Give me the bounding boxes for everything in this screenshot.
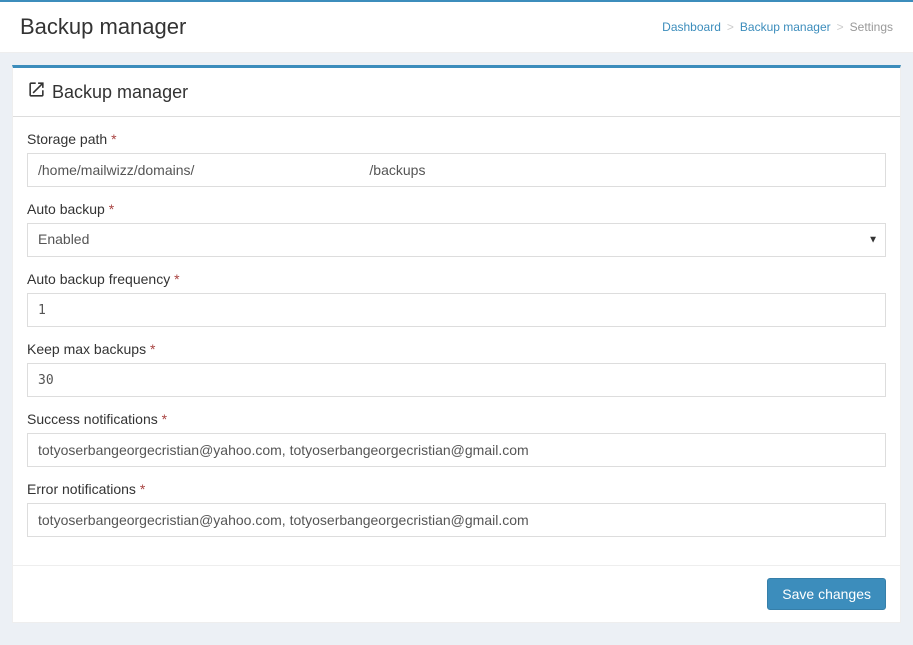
form-group-auto-backup-frequency: Auto backup frequency * [27,271,886,327]
panel-footer: Save changes [13,565,900,622]
required-marker: * [140,481,145,497]
save-button[interactable]: Save changes [767,578,886,610]
breadcrumb-backup-manager[interactable]: Backup manager [740,20,831,34]
form-group-storage-path: Storage path * [27,131,886,187]
form-group-success-notifications: Success notifications * [27,411,886,467]
auto-backup-select[interactable]: Enabled [27,223,886,257]
error-notifications-input[interactable] [27,503,886,537]
page-title: Backup manager [20,14,186,40]
label-auto-backup: Auto backup * [27,201,886,217]
panel-header: Backup manager [13,68,900,116]
breadcrumb: Dashboard Backup manager Settings [662,20,893,34]
share-icon [27,80,52,104]
keep-max-backups-input[interactable] [27,363,886,397]
success-notifications-input[interactable] [27,433,886,467]
breadcrumb-settings: Settings [850,20,893,34]
content-header: Backup manager Dashboard Backup manager … [0,0,913,53]
form-group-error-notifications: Error notifications * [27,481,886,537]
breadcrumb-dashboard[interactable]: Dashboard [662,20,721,34]
label-keep-max-backups: Keep max backups * [27,341,886,357]
label-auto-backup-frequency: Auto backup frequency * [27,271,886,287]
settings-panel: Backup manager Storage path * Auto backu… [12,65,901,623]
label-success-notifications: Success notifications * [27,411,886,427]
label-storage-path: Storage path * [27,131,886,147]
panel-title-text: Backup manager [52,82,188,103]
required-marker: * [174,271,179,287]
storage-path-input[interactable] [27,153,886,187]
label-error-notifications: Error notifications * [27,481,886,497]
required-marker: * [109,201,114,217]
form-group-auto-backup: Auto backup * Enabled [27,201,886,257]
content: Backup manager Storage path * Auto backu… [0,53,913,635]
panel-title: Backup manager [27,80,886,104]
form-group-keep-max-backups: Keep max backups * [27,341,886,397]
required-marker: * [111,131,116,147]
required-marker: * [162,411,167,427]
auto-backup-frequency-input[interactable] [27,293,886,327]
required-marker: * [150,341,155,357]
panel-body: Storage path * Auto backup * Enabled Aut… [13,116,900,565]
